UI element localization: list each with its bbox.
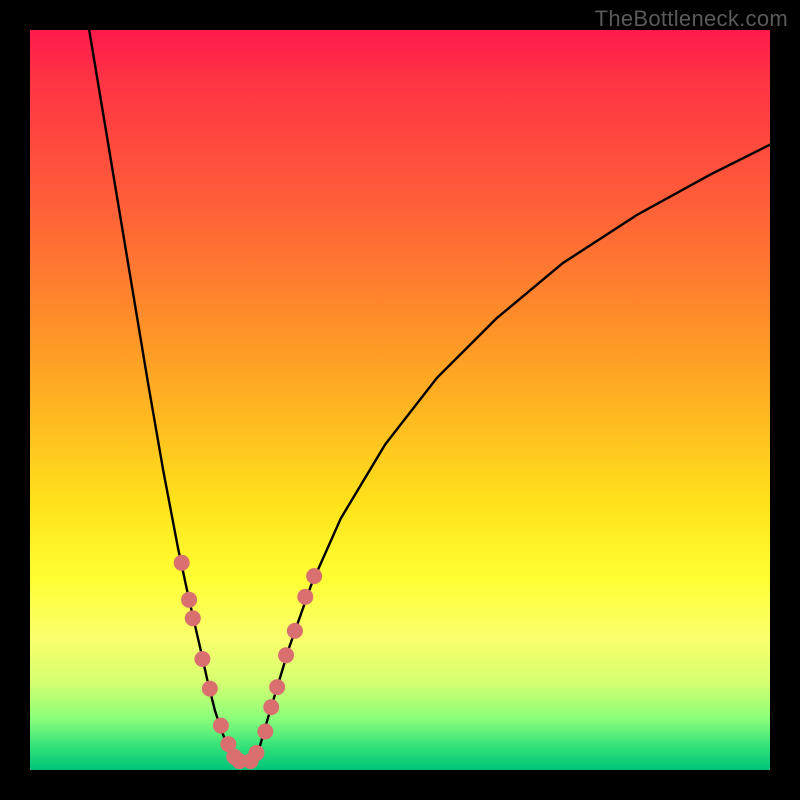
marker-dot	[306, 568, 322, 584]
marker-dot	[181, 592, 197, 608]
marker-dot	[185, 610, 201, 626]
left-branch-line	[89, 30, 237, 763]
marker-dot	[174, 555, 190, 571]
marker-dot	[263, 699, 279, 715]
marker-dot	[278, 647, 294, 663]
left-markers-group	[174, 555, 248, 769]
right-branch-line	[252, 145, 770, 763]
marker-dot	[194, 651, 210, 667]
watermark-text: TheBottleneck.com	[595, 6, 788, 32]
marker-dot	[297, 589, 313, 605]
chart-svg	[30, 30, 770, 770]
plot-area	[30, 30, 770, 770]
marker-dot	[213, 718, 229, 734]
marker-dot	[269, 679, 285, 695]
chart-container: TheBottleneck.com	[0, 0, 800, 800]
marker-dot	[248, 745, 264, 761]
marker-dot	[287, 623, 303, 639]
marker-dot	[257, 724, 273, 740]
marker-dot	[202, 681, 218, 697]
